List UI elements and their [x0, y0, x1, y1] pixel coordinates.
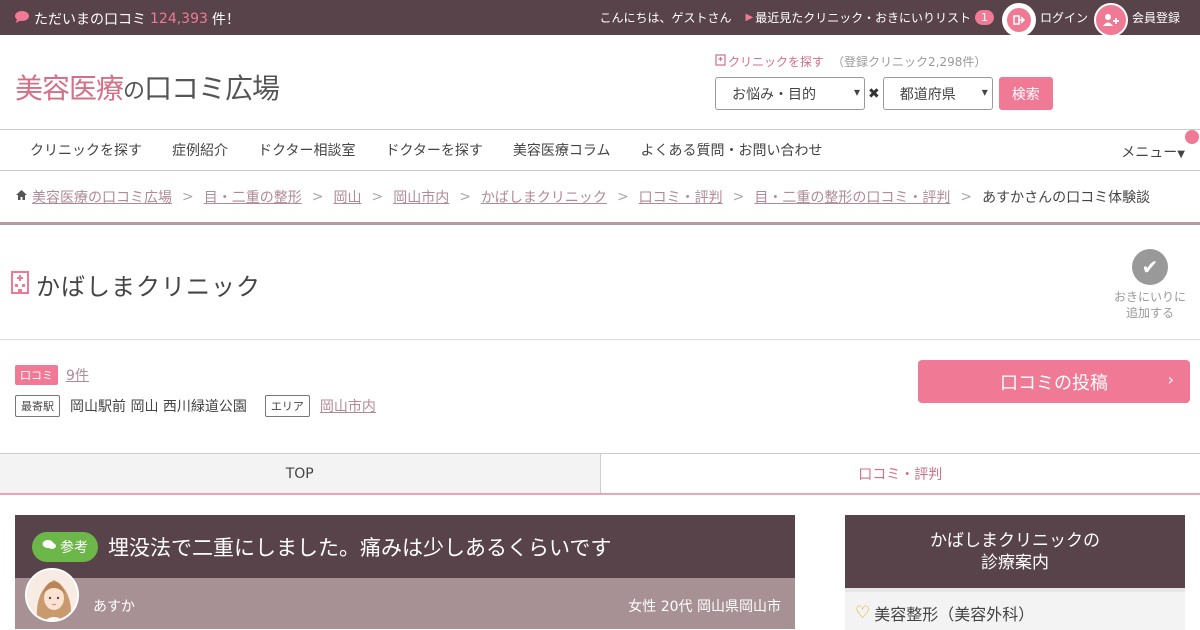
reference-badge-label: 参考	[60, 539, 88, 556]
breadcrumb-home[interactable]: 美容医療の口コミ広場	[32, 187, 172, 207]
review-title: 埋没法で二重にしました。痛みは少しあるくらいです	[108, 535, 612, 560]
review-prefix: ただいまの口コミ	[34, 12, 146, 28]
review-tag: 口コミ	[15, 365, 58, 385]
nav-find-clinic[interactable]: クリニックを探す	[15, 140, 157, 160]
breadcrumb-okayama[interactable]: 岡山	[333, 187, 361, 207]
post-review-label: 口コミの投稿	[1000, 372, 1108, 394]
breadcrumb-separator: >	[371, 188, 384, 205]
home-icon	[15, 189, 28, 205]
clinic-icon	[715, 54, 726, 69]
favorite-label-line2: 追加する	[1125, 306, 1174, 320]
logo-part-1: 美容医療	[15, 72, 124, 105]
concern-select[interactable]: お悩み・目的	[715, 77, 865, 110]
breadcrumb-separator: >	[960, 188, 973, 205]
add-favorite-button[interactable]: ✔ おきにいりに 追加する	[1110, 249, 1190, 321]
prefecture-select[interactable]: 都道府県	[882, 77, 993, 110]
cross-icon: ✖	[868, 85, 880, 102]
login-icon	[1006, 7, 1031, 32]
nav-find-doctor[interactable]: ドクターを探す	[370, 140, 497, 160]
nav-faq-contact[interactable]: よくある質問・お問い合わせ	[626, 140, 838, 160]
area-tag: エリア	[264, 395, 310, 417]
nav-case-studies[interactable]: 症例紹介	[157, 140, 243, 160]
sidebar-header: かばしまクリニックの 診療案内	[845, 515, 1185, 588]
register-button[interactable]	[1093, 2, 1128, 37]
clinic-sidebar: かばしまクリニックの 診療案内 ♡ 美容整形（美容外科）	[845, 515, 1185, 630]
top-bar: ただいまの口コミ 124,393 件！ こんにちは、ゲストさん ▶ 最近見たクリ…	[0, 0, 1200, 37]
review-suffix: 件！	[211, 12, 240, 28]
breadcrumb-separator: >	[311, 188, 324, 205]
chevron-down-icon: ▼	[1177, 149, 1185, 160]
breadcrumb-okayama-city[interactable]: 岡山市内	[393, 187, 449, 207]
review-count-banner: ただいまの口コミ 124,393 件！	[14, 9, 240, 29]
search-label: クリニックを探す （登録クリニック2,298件）	[715, 53, 1053, 70]
total-review-count: 124,393	[150, 11, 208, 27]
breadcrumb: 美容医療の口コミ広場 > 目・二重の整形 > 岡山 > 岡山市内 > かばしまク…	[0, 171, 1200, 225]
menu-label: メニュー	[1121, 145, 1178, 161]
search-label-text: クリニックを探す	[728, 55, 825, 69]
login-button[interactable]	[1001, 2, 1036, 37]
avatar	[25, 568, 79, 622]
clinic-title: かばしまクリニック	[10, 267, 261, 302]
registered-clinic-count: （登録クリニック2,298件）	[832, 55, 987, 69]
site-header: 美容医療の口コミ広場 クリニックを探す （登録クリニック2,298件） お悩み・…	[0, 35, 1200, 129]
breadcrumb-separator: >	[616, 188, 629, 205]
speech-bubble-icon	[42, 539, 57, 555]
nav-doctor-consult[interactable]: ドクター相談室	[243, 140, 370, 160]
register-link[interactable]: 会員登録	[1132, 9, 1180, 26]
post-review-button[interactable]: 口コミの投稿 ›	[918, 360, 1190, 403]
breadcrumb-reviews[interactable]: 口コミ・評判	[639, 187, 723, 207]
main-nav: クリニックを探す 症例紹介 ドクター相談室 ドクターを探す 美容医療コラム よく…	[0, 129, 1200, 171]
search-button[interactable]: 検索	[998, 77, 1053, 110]
sidebar-item-label: 美容整形（美容外科）	[874, 604, 1035, 624]
nearest-stations: 岡山駅前 岡山 西川緑道公園	[70, 399, 247, 415]
notification-dot	[1185, 130, 1199, 144]
caret-right-icon: ▶	[745, 12, 754, 23]
reviewer-bar: あすか 女性 20代 岡山県岡山市	[15, 568, 795, 629]
breadcrumb-current: あすかさんの口コミ体験談	[982, 189, 1151, 206]
login-link[interactable]: ログイン	[1040, 9, 1088, 26]
favorites-count-badge: 1	[974, 10, 994, 25]
sidebar-header-line2: 診療案内	[981, 552, 1049, 573]
check-icon: ✔	[1132, 249, 1168, 285]
area-link[interactable]: 岡山市内	[320, 396, 376, 416]
favorite-label-line1: おきにいりに	[1113, 290, 1186, 304]
add-user-icon	[1099, 8, 1123, 32]
tab-top[interactable]: TOP	[0, 454, 601, 493]
breadcrumb-eye-reviews[interactable]: 目・二重の整形の口コミ・評判	[754, 187, 950, 207]
review-count-link[interactable]: 9件	[66, 365, 89, 385]
greeting-text: こんにちは、ゲストさん	[599, 11, 732, 25]
station-tag: 最寄駅	[15, 395, 60, 417]
heart-icon: ♡	[855, 602, 871, 623]
menu-button[interactable]: メニュー▼	[1121, 142, 1185, 162]
logo-part-3: 口コミ広場	[144, 72, 280, 105]
breadcrumb-separator: >	[459, 188, 471, 205]
reference-badge: 参考	[32, 531, 98, 562]
breadcrumb-separator: >	[182, 188, 194, 205]
reviewer-meta: 女性 20代 岡山県岡山市	[628, 599, 781, 615]
clinic-search: クリニックを探す （登録クリニック2,298件） お悩み・目的 ✖ 都道府県 検…	[715, 53, 1053, 110]
sidebar-item-cosmetic-surgery[interactable]: ♡ 美容整形（美容外科）	[845, 588, 1185, 630]
tab-reviews[interactable]: 口コミ・評判	[600, 454, 1200, 493]
site-logo[interactable]: 美容医療の口コミ広場	[15, 67, 280, 107]
clinic-name: かばしまクリニック	[36, 273, 261, 301]
clinic-tabs: TOP 口コミ・評判	[0, 453, 1200, 495]
reviewer-name: あすか	[93, 599, 135, 615]
recent-favorites-link[interactable]: ▶ 最近見たクリニック・おきにいりリスト	[746, 9, 971, 26]
review-card: 参考 埋没法で二重にしました。痛みは少しあるくらいです あすか 女性 20代 岡…	[15, 515, 795, 629]
breadcrumb-separator: >	[732, 188, 745, 205]
nav-column[interactable]: 美容医療コラム	[498, 140, 626, 160]
sidebar-header-line1: かばしまクリニックの	[930, 530, 1100, 551]
breadcrumb-eye[interactable]: 目・二重の整形	[204, 187, 302, 207]
clinic-header: かばしまクリニック ✔ おきにいりに 追加する	[0, 225, 1200, 340]
review-title-bar: 参考 埋没法で二重にしました。痛みは少しあるくらいです	[15, 515, 795, 578]
speech-bubble-icon	[14, 10, 30, 28]
hospital-icon	[10, 270, 30, 300]
breadcrumb-clinic[interactable]: かばしまクリニック	[481, 187, 607, 207]
clinic-info: 口コミ 9件 最寄駅 岡山駅前 岡山 西川緑道公園 エリア 岡山市内 口コミの投…	[0, 340, 1200, 453]
logo-part-2: の	[123, 79, 145, 104]
chevron-right-icon: ›	[1167, 370, 1174, 389]
recent-favorites-label: 最近見たクリニック・おきにいりリスト	[755, 11, 971, 25]
